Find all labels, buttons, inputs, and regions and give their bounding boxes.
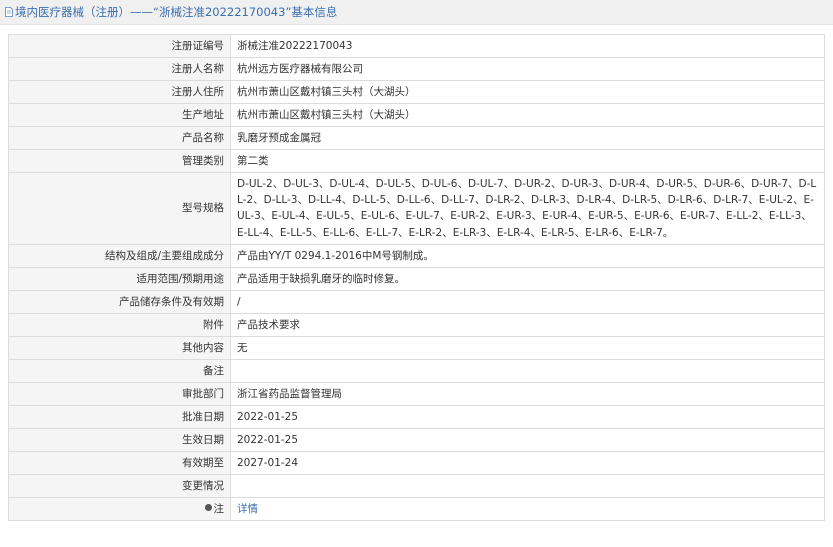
table-row: 生产地址 杭州市萧山区戴村镇三头村（大湖头） bbox=[8, 103, 825, 127]
field-value: 乳磨牙预成金属冠 bbox=[230, 126, 825, 150]
table-row: 附件 产品技术要求 bbox=[8, 312, 825, 337]
note-row: 注 详情 bbox=[8, 496, 825, 521]
field-value bbox=[230, 473, 825, 498]
note-label-text: 注 bbox=[213, 502, 225, 515]
table-row: 生效日期 2022-01-25 bbox=[8, 427, 825, 452]
field-label: 产品名称 bbox=[8, 126, 231, 150]
field-value: 浙械注准20222170043 bbox=[230, 34, 825, 58]
field-label: 产品储存条件及有效期 bbox=[8, 289, 231, 314]
table-row: 产品储存条件及有效期 / bbox=[8, 289, 825, 314]
field-value: 产品由YY/T 0294.1-2016中M号钢制成。 bbox=[230, 243, 825, 268]
field-value: 杭州市萧山区戴村镇三头村（大湖头） bbox=[230, 80, 825, 104]
table-row: 结构及组成/主要组成成分 产品由YY/T 0294.1-2016中M号钢制成。 bbox=[8, 243, 825, 268]
table-row: 注册人住所 杭州市萧山区戴村镇三头村（大湖头） bbox=[8, 80, 825, 104]
document-icon bbox=[5, 7, 13, 17]
field-value: 2022-01-25 bbox=[230, 427, 825, 452]
field-label: 审批部门 bbox=[8, 381, 231, 406]
details-link[interactable]: 详情 bbox=[237, 503, 258, 515]
table-row: 审批部门 浙江省药品监督管理局 bbox=[8, 381, 825, 406]
note-value: 详情 bbox=[230, 496, 825, 521]
field-value: 杭州远方医疗器械有限公司 bbox=[230, 57, 825, 81]
field-value: 杭州市萧山区戴村镇三头村（大湖头） bbox=[230, 103, 825, 127]
field-label: 批准日期 bbox=[8, 404, 231, 429]
table-row: 注册人名称 杭州远方医疗器械有限公司 bbox=[8, 57, 825, 81]
field-value: 产品适用于缺损乳磨牙的临时修复。 bbox=[230, 266, 825, 291]
bullet-icon bbox=[204, 504, 212, 512]
table-row: 适用范围/预期用途 产品适用于缺损乳磨牙的临时修复。 bbox=[8, 266, 825, 291]
field-value: 产品技术要求 bbox=[230, 312, 825, 337]
table-row: 型号规格 D-UL-2、D-UL-3、D-UL-4、D-UL-5、D-UL-6、… bbox=[8, 172, 825, 245]
table-row: 变更情况 bbox=[8, 473, 825, 498]
field-label: 其他内容 bbox=[8, 335, 231, 360]
field-value: 2027-01-24 bbox=[230, 450, 825, 475]
note-label: 注 bbox=[8, 496, 231, 521]
field-label: 管理类别 bbox=[8, 149, 231, 173]
table-row: 管理类别 第二类 bbox=[8, 149, 825, 173]
table-row: 注册证编号 浙械注准20222170043 bbox=[8, 34, 825, 58]
field-value: 第二类 bbox=[230, 149, 825, 173]
field-value bbox=[230, 358, 825, 383]
field-label: 生产地址 bbox=[8, 103, 231, 127]
field-label: 变更情况 bbox=[8, 473, 231, 498]
field-label: 有效期至 bbox=[8, 450, 231, 475]
detail-table: 注册证编号 浙械注准20222170043 注册人名称 杭州远方医疗器械有限公司… bbox=[8, 34, 825, 521]
field-label: 注册人住所 bbox=[8, 80, 231, 104]
field-label: 附件 bbox=[8, 312, 231, 337]
field-value: 无 bbox=[230, 335, 825, 360]
field-value: D-UL-2、D-UL-3、D-UL-4、D-UL-5、D-UL-6、D-UL-… bbox=[230, 172, 825, 245]
table-row: 有效期至 2027-01-24 bbox=[8, 450, 825, 475]
field-value: 浙江省药品监督管理局 bbox=[230, 381, 825, 406]
field-label: 结构及组成/主要组成成分 bbox=[8, 243, 231, 268]
field-label: 生效日期 bbox=[8, 427, 231, 452]
field-value: / bbox=[230, 289, 825, 314]
field-value: 2022-01-25 bbox=[230, 404, 825, 429]
field-label: 注册人名称 bbox=[8, 57, 231, 81]
table-row: 其他内容 无 bbox=[8, 335, 825, 360]
field-label: 型号规格 bbox=[8, 172, 231, 245]
field-label: 备注 bbox=[8, 358, 231, 383]
table-row: 批准日期 2022-01-25 bbox=[8, 404, 825, 429]
page-title: 境内医疗器械（注册）——“浙械注准20222170043”基本信息 bbox=[15, 5, 338, 19]
field-label: 适用范围/预期用途 bbox=[8, 266, 231, 291]
page-header: 境内医疗器械（注册）——“浙械注准20222170043”基本信息 bbox=[0, 0, 833, 25]
table-row: 备注 bbox=[8, 358, 825, 383]
field-label: 注册证编号 bbox=[8, 34, 231, 58]
table-row: 产品名称 乳磨牙预成金属冠 bbox=[8, 126, 825, 150]
